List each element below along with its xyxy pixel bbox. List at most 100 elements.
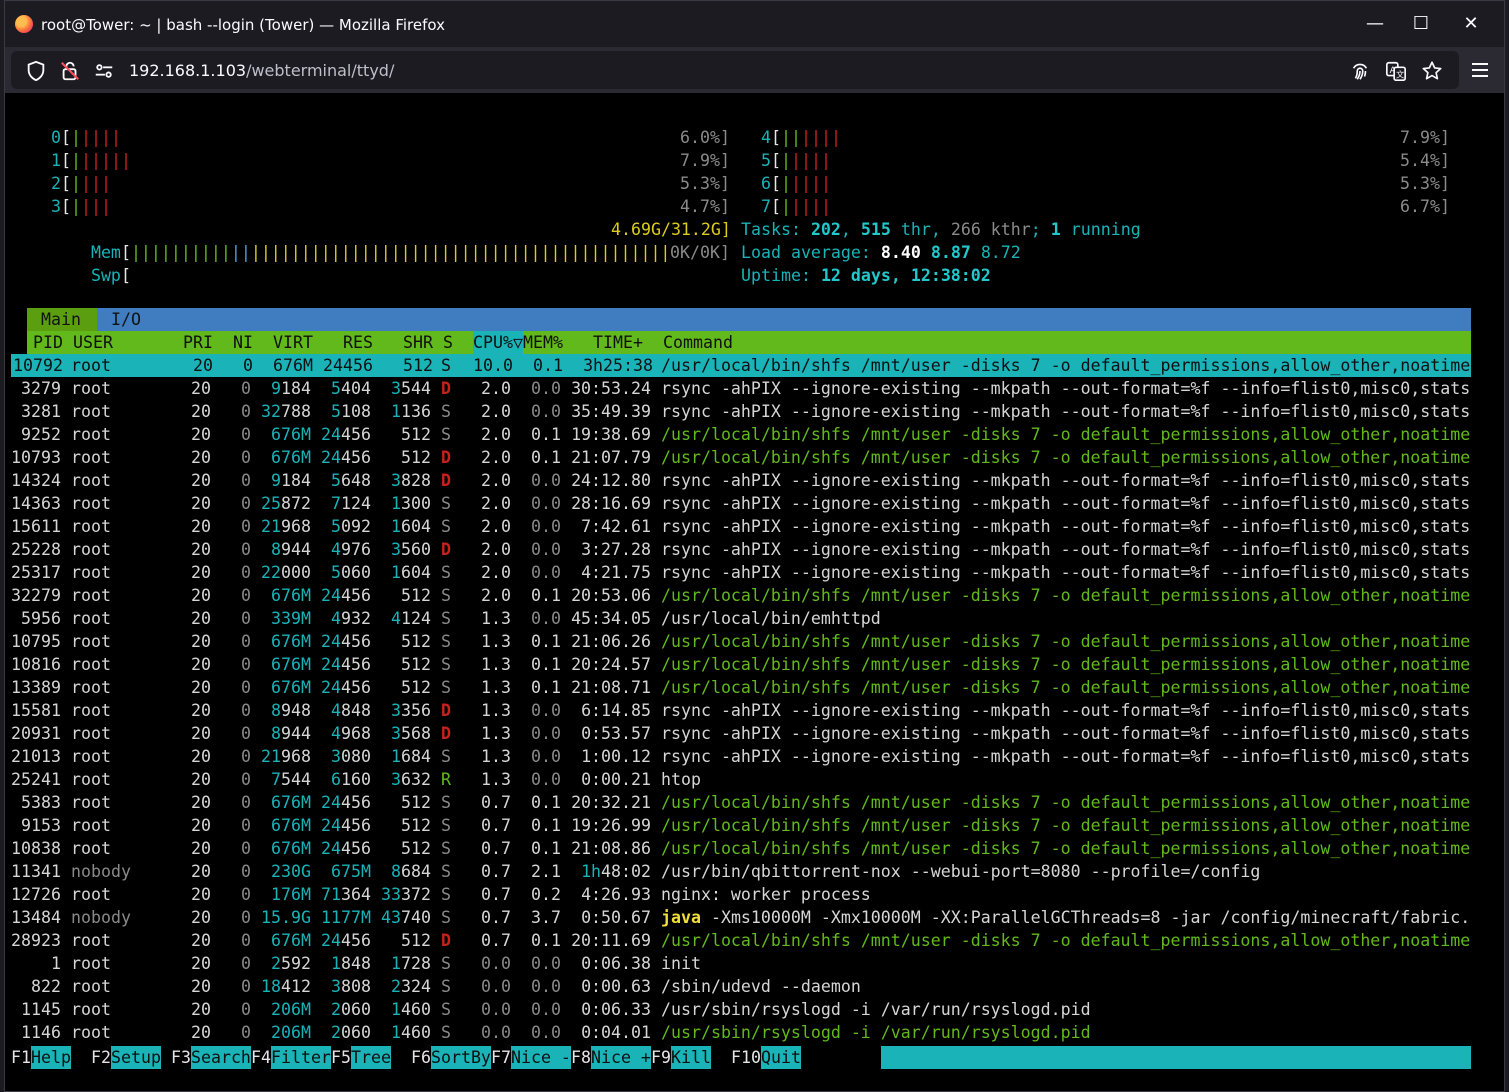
col-res[interactable]: RES (343, 331, 373, 354)
process-row[interactable]: 15611 root 20 0 21968 5092 1604 S 2.0 0.0 7:42.61 r… (5, 515, 1475, 538)
url-text[interactable]: 192.168.1.103/webterminal/ttyd/ (129, 61, 394, 80)
cell-virt: 676M (271, 632, 311, 651)
fkey-f3[interactable]: F3Search (171, 1046, 251, 1069)
insecure-lock-icon[interactable] (59, 60, 81, 82)
fkey-f1[interactable]: F1Help (11, 1046, 71, 1069)
menu-icon[interactable] (1470, 60, 1490, 80)
terminal[interactable]: Mem[||||||||||||||||||||||||||||||||||||… (5, 93, 1504, 1091)
fkey-f4[interactable]: F4Filter (251, 1046, 331, 1069)
fingerprint-icon[interactable] (1349, 60, 1371, 82)
col-pri[interactable]: PRI (183, 331, 213, 354)
process-row[interactable]: 9153 root 20 0 676M 24456 512 S 0.7 0.1 19:26.99/u… (5, 814, 1475, 837)
cell-mem: 0.1 (531, 931, 561, 950)
tab-io[interactable]: I/O (111, 308, 141, 331)
cell-pid: 10792 (13, 356, 63, 375)
process-row[interactable]: 10795 root 20 0 676M 24456 512 S 1.3 0.1 21:06.26 /… (5, 630, 1475, 653)
fkey-f7[interactable]: F7Nice - (491, 1046, 571, 1069)
process-row[interactable]: 10792 root 20 0 676M 24456 512 S 10.0 0.1 3h25:38 /… (11, 354, 1471, 377)
cpu-bar: ||||| (781, 151, 831, 170)
process-row[interactable]: 9252 root 20 0 676M 24456 512 S 2.0 0.1 19:38.69/u… (5, 423, 1475, 446)
bookmark-star-icon[interactable] (1421, 60, 1443, 82)
cell-time: 28:16.69 (571, 494, 651, 513)
cell-ni: 0 (241, 954, 251, 973)
process-row[interactable]: 10838 root 20 0 676M 24456 512 S 0.7 0.1 21:08.86 /… (5, 837, 1475, 860)
load-average-line: Load average: 8.40 8.87 8.72 (741, 243, 1021, 262)
col-pid[interactable]: PID (33, 331, 63, 354)
cell-user: root (71, 816, 111, 835)
maximize-icon[interactable]: ☐ (1398, 9, 1444, 39)
process-row[interactable]: 1145 root 20 0 206M 2060 1460 S 0.0 0.0 0:06.33/us… (5, 998, 1475, 1021)
process-row[interactable]: 20931 root 20 0 8944 4968 3568 D 1.3 0.0 0:53.57 rs… (5, 722, 1475, 745)
fkey-f2[interactable]: F2Setup (91, 1046, 161, 1069)
process-row[interactable]: 11341 nobody 20 0 230G 675M 8684 S 0.7 2.1 1h48:02… (5, 860, 1475, 883)
process-row[interactable]: 21013 root 20 0 21968 3080 1684 S 1.3 0.0 1:00.12 r… (5, 745, 1475, 768)
cell-s: S (441, 609, 451, 628)
col-user[interactable]: USER (73, 331, 113, 354)
process-row[interactable]: 25317 root 20 0 22000 5060 1604 S 2.0 0.0 4:21.75 r… (5, 561, 1475, 584)
process-row[interactable]: 14363 root 20 0 25872 7124 1300 S 2.0 0.0 28:16.69… (5, 492, 1475, 515)
cell-user: root (71, 448, 111, 467)
cell-res: 24456 (321, 425, 371, 444)
process-row[interactable]: 3279 root 20 0 9184 5404 3544 D 2.0 0.0 30:53.24 rs… (5, 377, 1475, 400)
cell-cpu: 0.7 (481, 793, 511, 812)
cell-res: 24456 (321, 931, 371, 950)
process-row[interactable]: 10793 root 20 0 676M 24456 512 D 2.0 0.1 21:07.79 /… (5, 446, 1475, 469)
process-row[interactable]: 12726 root 20 0 176M 71364 33372 S 0.7 0.2 4:26.93… (5, 883, 1475, 906)
process-row[interactable]: 15581 root 20 0 8948 4848 3356 D 1.3 0.0 6:14.85 rs… (5, 699, 1475, 722)
col-state[interactable]: S (443, 331, 453, 354)
cell-time: 21:07.79 (571, 448, 651, 467)
cell-pid: 15581 (11, 701, 61, 720)
cell-user: root (71, 724, 111, 743)
col-command[interactable]: Command (663, 331, 733, 354)
col-shr[interactable]: SHR (403, 331, 433, 354)
fkey-f9[interactable]: F9Kill (651, 1046, 711, 1069)
cell-s: D (441, 540, 451, 559)
tab-main[interactable]: Main (27, 308, 97, 331)
cell-res: 4932 (331, 609, 371, 628)
site-info-icon[interactable] (93, 60, 115, 82)
process-row[interactable]: 28923 root 20 0 676M 24456 512 D 0.7 0.1 20:11.69 /… (5, 929, 1475, 952)
minimize-icon[interactable]: — (1352, 9, 1398, 39)
process-row[interactable]: 5956 root 20 0 339M 4932 4124 S 1.3 0.0 45:34.05/u… (5, 607, 1475, 630)
fkey-f6[interactable]: F6SortBy (411, 1046, 491, 1069)
process-row[interactable]: 13389 root 20 0 676M 24456 512 S 1.3 0.1 21:08.71 /… (5, 676, 1475, 699)
shield-icon[interactable] (25, 60, 47, 82)
process-row[interactable]: 822 root 20 0 18412 3808 2324 S 0.0 0.0 0:00.63/sb… (5, 975, 1475, 998)
translate-icon[interactable]: A 文 (1385, 60, 1407, 82)
cell-virt: 676M (271, 448, 311, 467)
fkey-f10[interactable]: F10Quit (731, 1046, 801, 1069)
col-cpu[interactable]: CPU%▽ (473, 331, 523, 354)
process-row[interactable]: 14324 root 20 0 9184 5648 3828 D 2.0 0.0 24:12.80 r… (5, 469, 1475, 492)
process-row[interactable]: 5383 root 20 0 676M 24456 512 S 0.7 0.1 20:32.21/u… (5, 791, 1475, 814)
cpu-percent-4: 7.9%] (1400, 128, 1450, 147)
col-time[interactable]: TIME+ (593, 331, 643, 354)
url-bar[interactable]: 192.168.1.103/webterminal/ttyd/ A 文 (11, 51, 1459, 89)
process-row[interactable]: 1146 root 20 0 206M 2060 1460 S 0.0 0.0 0:04.01/us… (5, 1021, 1475, 1044)
col-virt[interactable]: VIRT (273, 331, 313, 354)
cell-s: S (441, 885, 451, 904)
cell-mem: 0.1 (531, 586, 561, 605)
cell-shr: 512 (401, 448, 431, 467)
process-row[interactable]: 25241 root 20 0 7544 6160 3632 R 1.3 0.0 0:00.21 ht… (5, 768, 1475, 791)
process-row[interactable]: 10816 root 20 0 676M 24456 512 S 1.3 0.1 20:24.57 /… (5, 653, 1475, 676)
process-row[interactable]: 1 root 20 0 2592 1848 1728 S 0.0 0.0 0:06.38 init (5, 952, 1475, 975)
process-row[interactable]: 3281 root 20 0 32788 5108 1136 S 2.0 0.0 35:49.39 r… (5, 400, 1475, 423)
cell-mem: 0.1 (533, 356, 563, 375)
process-row[interactable]: 13484 nobody 20 0 15.9G 1177M 43740 S 0.7 3.7 0:50… (5, 906, 1475, 929)
cell-pid: 10793 (11, 448, 61, 467)
fkey-f5[interactable]: F5Tree (331, 1046, 391, 1069)
cell-res: 24456 (321, 655, 371, 674)
browser-window: root@Tower: ~ | bash --login (Tower) — M… (4, 0, 1505, 1092)
cell-pid: 9153 (21, 816, 61, 835)
cell-cpu: 0.0 (481, 1000, 511, 1019)
fkey-f8[interactable]: F8Nice + (571, 1046, 651, 1069)
cell-ni: 0 (241, 678, 251, 697)
cell-virt: 8948 (271, 701, 311, 720)
close-icon[interactable]: ✕ (1448, 9, 1494, 39)
cell-res: 3808 (331, 977, 371, 996)
col-ni[interactable]: NI (233, 331, 253, 354)
col-mem[interactable]: MEM% (523, 331, 563, 354)
process-row[interactable]: 32279 root 20 0 676M 24456 512 S 2.0 0.1 20:53.06 /… (5, 584, 1475, 607)
process-row[interactable]: 25228 root 20 0 8944 4976 3560 D 2.0 0.0 3:27.28 rs… (5, 538, 1475, 561)
cpu-percent-2: 5.3%] (680, 174, 730, 193)
